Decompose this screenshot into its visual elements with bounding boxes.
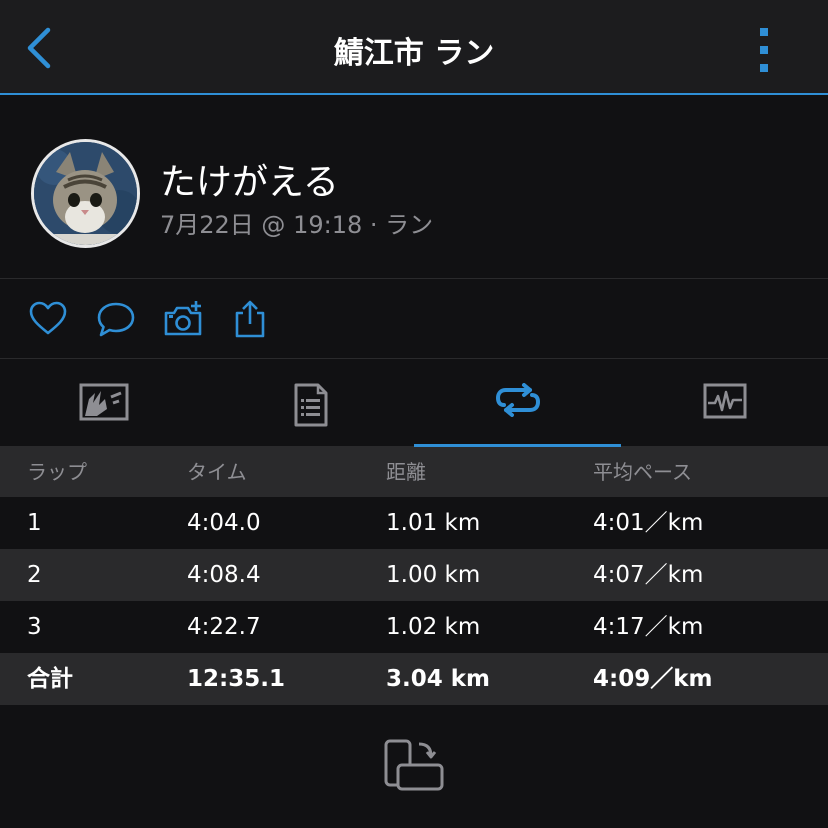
column-header: 平均ペース (593, 460, 692, 484)
add-photo-icon[interactable] (163, 299, 203, 339)
action-bar (0, 279, 828, 359)
share-icon[interactable] (230, 299, 270, 339)
lap-number: 1 (27, 510, 42, 536)
tab-map[interactable] (0, 359, 207, 447)
activity-tabs (0, 359, 828, 448)
cat-photo-avatar (34, 142, 137, 245)
avatar[interactable] (31, 139, 140, 248)
tab-charts[interactable] (621, 359, 828, 447)
column-header: タイム (187, 460, 247, 484)
table-row[interactable]: 3 4:22.7 1.02 km 4:17／km (0, 601, 828, 653)
lap-pace: 4:01／km (593, 510, 704, 536)
map-icon (79, 383, 128, 421)
total-distance: 3.04 km (386, 666, 491, 692)
lap-time: 4:08.4 (187, 562, 261, 588)
lap-pace: 4:07／km (593, 562, 704, 588)
page-title: 鯖江市 ラン (333, 36, 495, 71)
comment-icon[interactable] (96, 299, 136, 339)
lap-distance: 1.02 km (386, 614, 481, 640)
column-header: ラップ (27, 460, 87, 484)
laps-icon (495, 383, 540, 417)
heart-icon[interactable] (28, 299, 68, 339)
table-row[interactable]: 1 4:04.0 1.01 km 4:01／km (0, 497, 828, 549)
tab-laps[interactable] (414, 359, 621, 448)
total-pace: 4:09／km (593, 666, 713, 692)
table-total-row: 合計 12:35.1 3.04 km 4:09／km (0, 653, 828, 705)
lap-time: 4:04.0 (187, 510, 261, 536)
column-header: 距離 (386, 460, 426, 484)
tab-details[interactable] (207, 359, 414, 447)
document-icon (294, 383, 327, 427)
lap-distance: 1.00 km (386, 562, 481, 588)
rotate-device-icon[interactable] (383, 738, 445, 792)
total-time: 12:35.1 (187, 666, 285, 692)
lap-pace: 4:17／km (593, 614, 704, 640)
lap-number: 3 (27, 614, 42, 640)
table-row[interactable]: 2 4:08.4 1.00 km 4:07／km (0, 549, 828, 601)
user-name: たけがえる (160, 162, 339, 203)
laps-table: ラップ タイム 距離 平均ペース 1 4:04.0 1.01 km 4:01／k… (0, 447, 828, 705)
lap-distance: 1.01 km (386, 510, 481, 536)
activity-profile: たけがえる 7月22日 @ 19:18 · ラン (0, 95, 828, 279)
total-label: 合計 (27, 666, 73, 692)
activity-meta: 7月22日 @ 19:18 · ラン (160, 211, 434, 239)
app-header: 鯖江市 ラン (0, 0, 828, 95)
more-vertical-icon[interactable] (750, 26, 778, 74)
lap-time: 4:22.7 (187, 614, 261, 640)
chart-icon (703, 383, 746, 419)
table-header: ラップ タイム 距離 平均ペース (0, 447, 828, 497)
lap-number: 2 (27, 562, 42, 588)
